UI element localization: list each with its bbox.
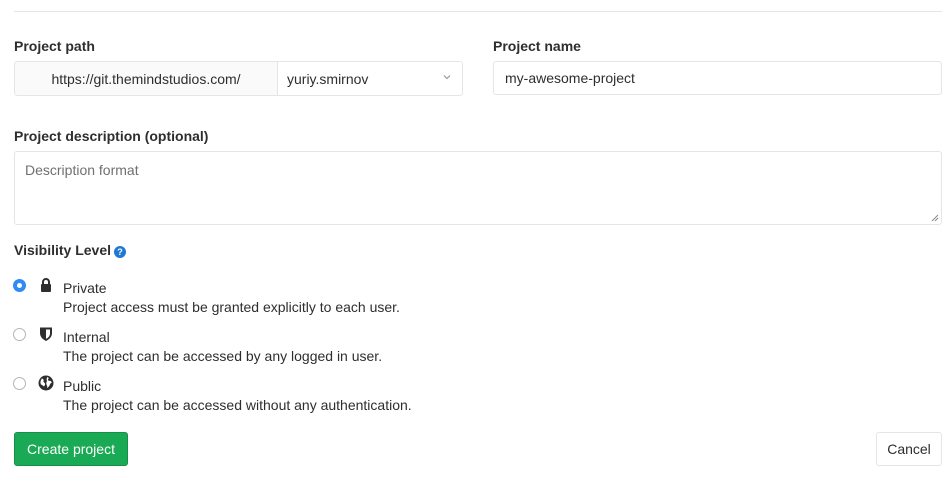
project-path-prefix: https://git.themindstudios.com/: [15, 62, 278, 95]
namespace-select[interactable]: yuriy.smirnov: [278, 62, 462, 95]
create-project-button[interactable]: Create project: [14, 432, 128, 466]
project-path-label: Project path: [14, 38, 95, 54]
radio-public[interactable]: [13, 377, 26, 390]
project-description-label: Project description (optional): [14, 128, 209, 144]
visibility-desc-public: The project can be accessed without any …: [63, 397, 412, 413]
namespace-select-value: yuriy.smirnov: [287, 70, 369, 87]
radio-internal[interactable]: [13, 328, 26, 341]
visibility-level-text: Visibility Level: [14, 242, 112, 258]
cancel-button[interactable]: Cancel: [876, 432, 942, 466]
globe-icon: [38, 375, 54, 391]
resize-handle-icon[interactable]: [931, 214, 939, 222]
visibility-title-private: Private: [63, 280, 107, 296]
shield-icon: [40, 327, 52, 341]
project-description-textarea[interactable]: Description format: [14, 151, 942, 225]
chevron-down-icon: [443, 75, 451, 80]
project-path-group: https://git.themindstudios.com/ yuriy.sm…: [14, 61, 463, 96]
project-name-value: my-awesome-project: [505, 70, 635, 86]
project-description-placeholder: Description format: [25, 162, 139, 178]
radio-private[interactable]: [13, 279, 26, 292]
visibility-option-internal[interactable]: Internal The project can be accessed by …: [13, 327, 613, 368]
visibility-title-public: Public: [63, 378, 102, 394]
visibility-desc-private: Project access must be granted explicitl…: [63, 299, 400, 315]
project-name-input[interactable]: my-awesome-project: [493, 61, 942, 95]
visibility-title-internal: Internal: [63, 329, 110, 345]
visibility-option-private[interactable]: Private Project access must be granted e…: [13, 278, 613, 319]
visibility-level-label: Visibility Level?: [14, 242, 127, 258]
project-name-label: Project name: [493, 38, 581, 54]
visibility-desc-internal: The project can be accessed by any logge…: [63, 348, 383, 364]
lock-icon: [41, 278, 51, 292]
help-icon[interactable]: ?: [114, 246, 127, 258]
visibility-option-public[interactable]: Public The project can be accessed witho…: [13, 375, 613, 417]
top-divider: [14, 11, 942, 12]
